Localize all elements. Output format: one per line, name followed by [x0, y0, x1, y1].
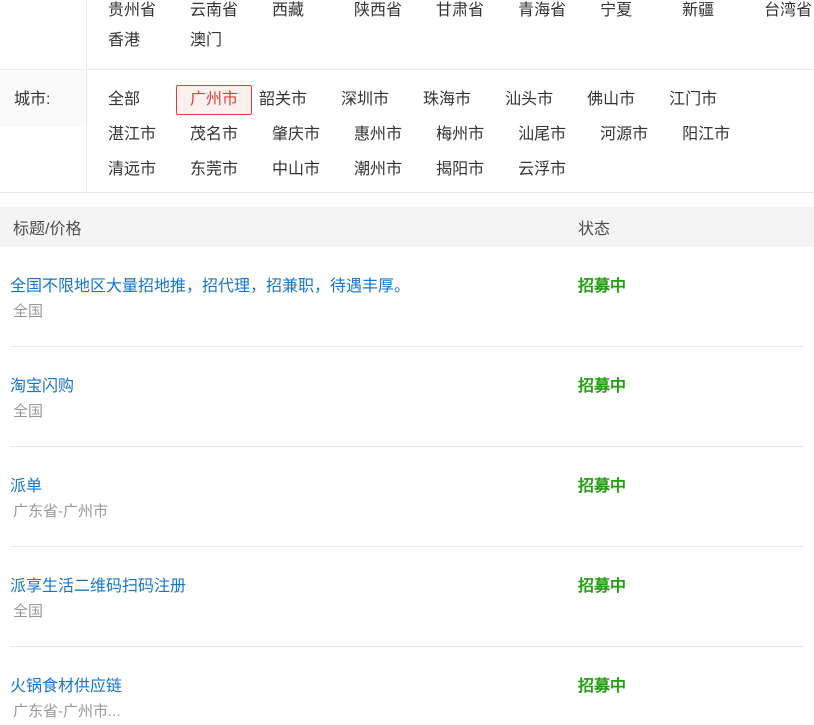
province-option[interactable]: 贵州省 [108, 3, 156, 19]
city-option[interactable]: 东莞市 [190, 162, 238, 178]
section-gap [0, 193, 814, 207]
city-option[interactable]: 揭阳市 [436, 162, 484, 178]
job-status-cell: 招募中 [578, 247, 814, 347]
job-status-cell: 招募中 [578, 547, 814, 647]
job-location: 全国 [10, 403, 578, 421]
job-main-cell: 派享生活二维码扫码注册 全国 [0, 547, 578, 647]
job-main-cell: 火锅食材供应链 广东省-广州市... [0, 647, 578, 725]
job-main-cell: 全国不限地区大量招地推，招代理，招兼职，待遇丰厚。 全国 [0, 247, 578, 347]
province-options-line: 贵州省 云南省 西藏 陕西省 甘肃省 青海省 宁夏 新疆 台湾省 [108, 0, 814, 26]
table-row: 派享生活二维码扫码注册 全国 招募中 [0, 547, 814, 647]
table-row: 淘宝闪购 全国 招募中 [0, 347, 814, 447]
city-option[interactable]: 茂名市 [190, 127, 238, 143]
city-option[interactable]: 湛江市 [108, 127, 156, 143]
city-option[interactable]: 深圳市 [341, 92, 389, 108]
job-location: 全国 [10, 303, 578, 321]
city-options-line: 清远市 东莞市 中山市 潮州市 揭阳市 云浮市 [108, 152, 814, 187]
filter-card: 贵州省 云南省 西藏 陕西省 甘肃省 青海省 宁夏 新疆 台湾省 香港 澳门 城… [0, 0, 814, 193]
column-header-status: 状态 [578, 215, 814, 239]
job-status-cell: 招募中 [578, 447, 814, 547]
status-badge: 招募中 [578, 378, 626, 395]
city-option[interactable]: 中山市 [272, 162, 320, 178]
city-option[interactable]: 清远市 [108, 162, 156, 178]
job-title-link[interactable]: 派单 [10, 477, 42, 496]
status-badge: 招募中 [578, 278, 626, 295]
city-option[interactable]: 江门市 [669, 92, 717, 108]
province-option[interactable]: 云南省 [190, 3, 238, 19]
city-option[interactable]: 潮州市 [354, 162, 402, 178]
city-option[interactable]: 汕头市 [505, 92, 553, 108]
province-option[interactable]: 香港 [108, 33, 156, 49]
city-option[interactable]: 河源市 [600, 127, 648, 143]
city-option[interactable]: 惠州市 [354, 127, 402, 143]
table-row: 派单 广东省-广州市 招募中 [0, 447, 814, 547]
job-location: 广东省-广州市... [10, 703, 578, 721]
status-badge: 招募中 [578, 478, 626, 495]
status-badge: 招募中 [578, 578, 626, 595]
job-title-link[interactable]: 淘宝闪购 [10, 377, 74, 396]
table-header: 标题/价格 状态 [0, 207, 814, 247]
province-option[interactable]: 新疆 [682, 3, 730, 19]
province-option[interactable]: 陕西省 [354, 3, 402, 19]
city-option[interactable]: 韶关市 [259, 92, 307, 108]
job-main-cell: 淘宝闪购 全国 [0, 347, 578, 447]
city-option[interactable]: 珠海市 [423, 92, 471, 108]
city-filter-label-cell: 城市: [0, 70, 87, 192]
province-options: 贵州省 云南省 西藏 陕西省 甘肃省 青海省 宁夏 新疆 台湾省 香港 澳门 [87, 0, 814, 69]
job-location: 全国 [10, 603, 578, 621]
column-header-title: 标题/价格 [0, 215, 578, 239]
province-option[interactable]: 甘肃省 [436, 3, 484, 19]
city-option[interactable]: 阳江市 [682, 127, 730, 143]
table-row: 火锅食材供应链 广东省-广州市... 招募中 [0, 647, 814, 725]
province-option[interactable]: 青海省 [518, 3, 566, 19]
job-title-link[interactable]: 火锅食材供应链 [10, 677, 122, 696]
job-list: 全国不限地区大量招地推，招代理，招兼职，待遇丰厚。 全国 招募中 淘宝闪购 全国… [0, 247, 814, 725]
province-option[interactable]: 台湾省 [764, 3, 812, 19]
city-options-line: 湛江市 茂名市 肇庆市 惠州市 梅州市 汕尾市 河源市 阳江市 [108, 117, 814, 152]
status-badge: 招募中 [578, 678, 626, 695]
city-options: 全部 广州市 韶关市 深圳市 珠海市 汕头市 佛山市 江门市 湛江市 茂名市 肇… [87, 70, 814, 192]
city-option[interactable]: 云浮市 [518, 162, 566, 178]
province-options-line: 香港 澳门 [108, 26, 814, 56]
city-option[interactable]: 梅州市 [436, 127, 484, 143]
city-options-line: 全部 广州市 韶关市 深圳市 珠海市 汕头市 佛山市 江门市 [108, 82, 814, 117]
job-title-link[interactable]: 派享生活二维码扫码注册 [10, 577, 186, 596]
city-filter-label: 城市: [0, 70, 86, 127]
city-option-all[interactable]: 全部 [108, 92, 156, 108]
province-option[interactable]: 宁夏 [600, 3, 648, 19]
city-option[interactable]: 肇庆市 [272, 127, 320, 143]
job-location: 广东省-广州市 [10, 503, 578, 521]
province-filter-row: 贵州省 云南省 西藏 陕西省 甘肃省 青海省 宁夏 新疆 台湾省 香港 澳门 [0, 0, 814, 70]
job-status-cell: 招募中 [578, 647, 814, 725]
province-option[interactable]: 澳门 [190, 33, 238, 49]
table-row: 全国不限地区大量招地推，招代理，招兼职，待遇丰厚。 全国 招募中 [0, 247, 814, 347]
job-main-cell: 派单 广东省-广州市 [0, 447, 578, 547]
job-title-link[interactable]: 全国不限地区大量招地推，招代理，招兼职，待遇丰厚。 [10, 277, 410, 296]
city-option[interactable]: 汕尾市 [518, 127, 566, 143]
city-filter-row: 城市: 全部 广州市 韶关市 深圳市 珠海市 汕头市 佛山市 江门市 湛江市 茂… [0, 70, 814, 193]
job-status-cell: 招募中 [578, 347, 814, 447]
city-option-selected[interactable]: 广州市 [176, 85, 252, 115]
province-option[interactable]: 西藏 [272, 3, 320, 19]
city-option[interactable]: 佛山市 [587, 92, 635, 108]
province-filter-label-cell [0, 0, 87, 69]
